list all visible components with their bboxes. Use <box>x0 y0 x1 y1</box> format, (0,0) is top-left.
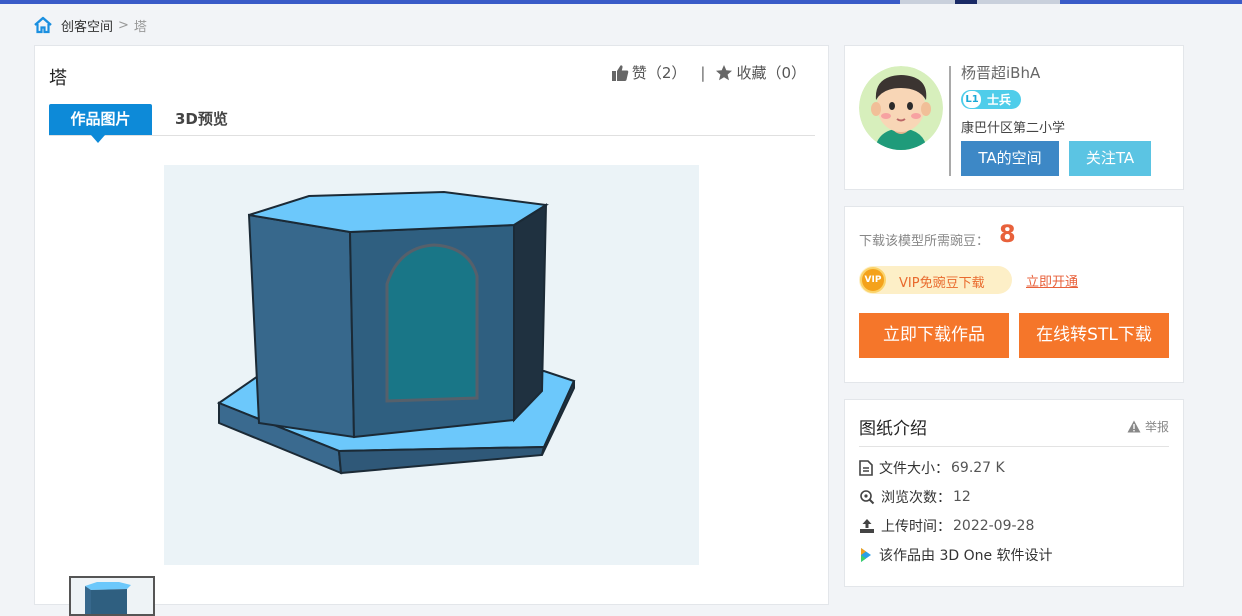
like-count-label: 赞（2） <box>631 64 687 82</box>
info-row-upload-time: 上传时间： 2022-09-28 <box>859 516 1034 536</box>
author-school: 康巴什区第二小学 <box>961 121 1066 136</box>
work-preview-image <box>164 165 699 565</box>
page-title: 塔 <box>49 68 67 89</box>
report-button[interactable]: 举报 <box>1127 418 1169 435</box>
download-cost-value: 8 <box>999 220 1016 248</box>
upload-time-value: 2022-09-28 <box>953 518 1035 534</box>
level-rank: 士兵 <box>987 93 1012 107</box>
vip-banner[interactable]: VIP VIP免豌豆下载 <box>859 266 1012 294</box>
info-row-software: 该作品由 3D One 软件设计 <box>859 545 1053 565</box>
thumbnail-image[interactable] <box>69 576 155 616</box>
top-accent-bar <box>0 0 1242 4</box>
upload-icon <box>860 519 874 533</box>
author-name[interactable]: 杨晋超iBhA <box>961 62 1040 83</box>
level-number: L1 <box>963 91 981 108</box>
download-cost-label: 下载该模型所需豌豆： <box>859 234 990 249</box>
report-label: 举报 <box>1144 420 1169 434</box>
software-text: 该作品由 3D One 软件设计 <box>879 548 1053 564</box>
info-card: 图纸介绍 举报 文件大小： 69.27 K 浏览次数： 12 上传时间： 202… <box>844 399 1184 587</box>
info-row-views: 浏览次数： 12 <box>859 487 971 507</box>
info-title: 图纸介绍 <box>859 419 927 439</box>
avatar[interactable] <box>859 66 943 150</box>
author-card: 杨晋超iBhA L1 士兵 康巴什区第二小学 TA的空间 关注TA <box>844 45 1184 190</box>
favorite-button[interactable]: 收藏（0） <box>715 62 806 83</box>
vip-badge-icon: VIP <box>860 267 886 293</box>
views-label: 浏览次数： <box>881 490 951 506</box>
stats-divider: | <box>700 63 706 82</box>
top-banner-decoration <box>900 0 1060 4</box>
view-space-button[interactable]: TA的空间 <box>961 141 1059 176</box>
info-row-file-size: 文件大小： 69.27 K <box>859 458 1005 478</box>
convert-stl-button[interactable]: 在线转STL下载 <box>1019 313 1169 358</box>
upload-time-label: 上传时间： <box>881 519 951 535</box>
top-banner-decoration-dark <box>955 0 977 4</box>
vip-open-link[interactable]: 立即开通 <box>1026 271 1078 290</box>
work-stats: 赞（2） | 收藏（0） <box>611 62 806 83</box>
file-size-label: 文件大小： <box>879 461 949 477</box>
breadcrumb-separator: > <box>118 17 129 33</box>
3done-logo-icon <box>861 548 871 562</box>
vip-text: VIP免豌豆下载 <box>899 276 985 291</box>
warning-icon <box>1127 420 1141 433</box>
breadcrumb-current: 塔 <box>133 19 147 35</box>
file-icon <box>859 460 873 476</box>
work-card: 塔 赞（2） | 收藏（0） 作品图片 3D预览 <box>34 45 829 616</box>
info-divider <box>859 446 1169 447</box>
view-icon <box>860 490 875 505</box>
favorite-count-label: 收藏（0） <box>736 64 806 82</box>
level-badge: L1 士兵 <box>961 90 1021 109</box>
tab-3d-preview[interactable]: 3D预览 <box>175 104 228 135</box>
author-divider <box>949 66 951 176</box>
file-size-value: 69.27 K <box>951 460 1005 476</box>
like-button[interactable]: 赞（2） <box>611 62 687 83</box>
breadcrumb: 创客空间 > 塔 <box>33 14 147 36</box>
breadcrumb-home-link[interactable]: 创客空间 <box>61 16 113 35</box>
views-value: 12 <box>953 489 971 505</box>
image-tabs: 作品图片 3D预览 <box>49 104 815 143</box>
star-icon <box>716 64 733 80</box>
download-button[interactable]: 立即下载作品 <box>859 313 1009 358</box>
download-card: 下载该模型所需豌豆： 8 VIP VIP免豌豆下载 立即开通 立即下载作品 在线… <box>844 206 1184 383</box>
thumbs-up-icon <box>611 64 629 81</box>
tab-work-images[interactable]: 作品图片 <box>49 104 152 143</box>
follow-button[interactable]: 关注TA <box>1069 141 1151 176</box>
home-icon[interactable] <box>33 16 53 34</box>
